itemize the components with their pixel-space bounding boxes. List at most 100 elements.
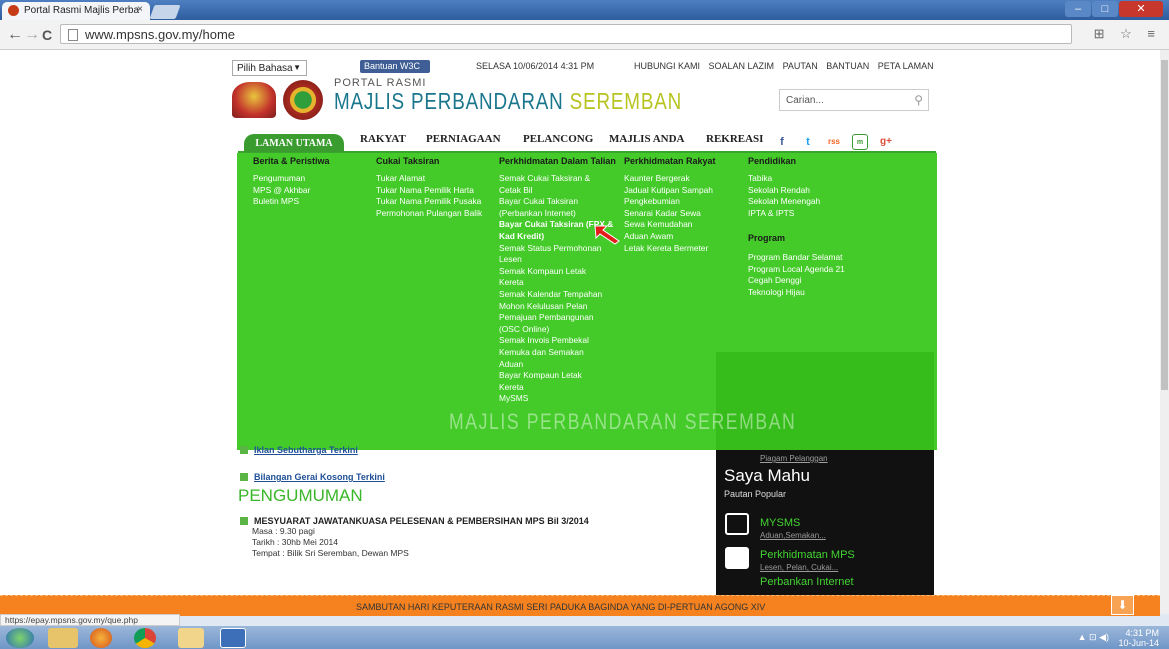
mega-link[interactable]: Buletin MPS bbox=[253, 196, 310, 208]
reload-button[interactable]: C bbox=[42, 27, 52, 43]
mega-link[interactable]: Sekolah Rendah bbox=[748, 185, 820, 197]
mega-link[interactable]: Semak Invois Pembekal bbox=[499, 335, 613, 347]
firefox-icon[interactable] bbox=[90, 628, 112, 648]
language-select[interactable]: Pilih Bahasa ▼ bbox=[232, 60, 307, 76]
mysms-sub[interactable]: Aduan,Semakan... bbox=[760, 531, 826, 540]
clock-date: 10-Jun-14 bbox=[1118, 638, 1159, 648]
mega-link[interactable]: Aduan Awam bbox=[624, 231, 713, 243]
menu-perniagaan[interactable]: PERNIAGAAN bbox=[426, 133, 501, 145]
announcement-item[interactable]: MESYUARAT JAWATANKUASA PELESENAN & PEMBE… bbox=[240, 516, 589, 559]
google-plus-icon[interactable]: g+ bbox=[878, 134, 894, 150]
facebook-icon[interactable]: f bbox=[774, 134, 790, 150]
mega-link[interactable]: Sewa Kemudahan bbox=[624, 219, 713, 231]
site-title[interactable]: MAJLIS PERBANDARAN SEREMBAN bbox=[334, 88, 682, 115]
system-tray[interactable]: ▲ ⊡ ◀) bbox=[1078, 632, 1109, 643]
new-tab-button[interactable] bbox=[149, 5, 181, 19]
page-scrollbar[interactable] bbox=[1160, 50, 1169, 614]
mega-link[interactable]: Permohonan Pulangan Balik bbox=[376, 208, 482, 220]
clock[interactable]: 4:31 PM 10-Jun-14 bbox=[1118, 628, 1159, 648]
browser-tab[interactable]: Portal Rasmi Majlis Perba × bbox=[2, 2, 150, 20]
mega-link[interactable]: Kaunter Bergerak bbox=[624, 173, 713, 185]
mega-link[interactable]: Senarai Kadar Sewa bbox=[624, 208, 713, 220]
rss-icon[interactable]: rss bbox=[826, 134, 842, 150]
mega-link[interactable]: Semak Cukai Taksiran & bbox=[499, 173, 613, 185]
mega-link[interactable]: Tabika bbox=[748, 173, 820, 185]
perkhidmatan-link[interactable]: Perkhidmatan MPS bbox=[760, 549, 855, 561]
mega-link[interactable]: Bayar Cukai Taksiran bbox=[499, 196, 613, 208]
menu-laman-utama[interactable]: LAMAN UTAMA bbox=[244, 134, 344, 152]
close-window-button[interactable]: ✕ bbox=[1119, 1, 1163, 17]
back-button[interactable]: ← bbox=[7, 26, 23, 44]
mega-link[interactable]: Pengumuman bbox=[253, 173, 310, 185]
top-link-pautan[interactable]: PAUTAN bbox=[783, 61, 818, 71]
menu-majlis-anda[interactable]: MAJLIS ANDA bbox=[609, 133, 684, 145]
mega-link[interactable]: Tukar Nama Pemilik Pusaka bbox=[376, 196, 482, 208]
mega-link[interactable]: Bayar Kompaun Letak bbox=[499, 370, 613, 382]
mega-link[interactable]: Tukar Alamat bbox=[376, 173, 482, 185]
council-crest-logo[interactable] bbox=[283, 80, 323, 120]
mega-link[interactable]: MPS @ Akhbar bbox=[253, 185, 310, 197]
start-button[interactable] bbox=[6, 628, 34, 648]
mysms-link[interactable]: MYSMS bbox=[760, 517, 800, 529]
window-titlebar: Portal Rasmi Majlis Perba × – □ ✕ bbox=[0, 0, 1169, 20]
tab-close-icon[interactable]: × bbox=[137, 4, 143, 15]
mega-link[interactable]: Program Bandar Selamat bbox=[748, 252, 845, 264]
url-input[interactable]: www.mpsns.gov.my/home bbox=[60, 24, 1072, 44]
mega-link[interactable]: Cegah Denggi bbox=[748, 275, 845, 287]
mega-link[interactable]: Tukar Nama Pemilik Harta bbox=[376, 185, 482, 197]
twitter-icon[interactable]: t bbox=[800, 134, 816, 150]
scrollbar-thumb[interactable] bbox=[1161, 60, 1168, 390]
minimize-button[interactable]: – bbox=[1065, 1, 1091, 17]
top-link-hubungi[interactable]: HUBUNGI KAMI bbox=[634, 61, 700, 71]
mega-link[interactable]: Aduan bbox=[499, 359, 613, 371]
status-url: https://epay.mpsns.gov.my/que.php bbox=[0, 614, 180, 626]
menu-rakyat[interactable]: RAKYAT bbox=[360, 133, 406, 145]
mega-link[interactable]: (OSC Online) bbox=[499, 324, 613, 336]
mega-link[interactable]: Kereta bbox=[499, 382, 613, 394]
mega-link[interactable]: Lesen bbox=[499, 254, 613, 266]
perbankan-link[interactable]: Perbankan Internet bbox=[760, 576, 854, 588]
mail-icon[interactable] bbox=[178, 628, 204, 648]
iklan-link[interactable]: Iklan Sebutharga Terkini bbox=[240, 445, 358, 455]
top-link-bantuan[interactable]: BANTUAN bbox=[826, 61, 869, 71]
mega-link[interactable]: Mohon Kelulusan Pelan bbox=[499, 301, 613, 313]
mega-link[interactable]: IPTA & IPTS bbox=[748, 208, 820, 220]
explorer-icon[interactable] bbox=[48, 628, 78, 648]
menu-pelancong[interactable]: PELANCONG bbox=[523, 133, 593, 145]
mega-link[interactable]: Jadual Kutipan Sampah bbox=[624, 185, 713, 197]
mega-link[interactable]: (Perbankan Internet) bbox=[499, 208, 613, 220]
state-crest-logo[interactable] bbox=[232, 82, 276, 118]
top-link-soalan[interactable]: SOALAN LAZIM bbox=[709, 61, 775, 71]
mega-link[interactable]: Pengkebumian bbox=[624, 196, 713, 208]
forward-button[interactable]: → bbox=[24, 26, 40, 44]
mega-link[interactable]: Sekolah Menengah bbox=[748, 196, 820, 208]
mega-link[interactable]: Kemuka dan Semakan bbox=[499, 347, 613, 359]
bilangan-link[interactable]: Bilangan Gerai Kosong Terkini bbox=[240, 472, 385, 482]
mega-link[interactable]: Program Local Agenda 21 bbox=[748, 264, 845, 276]
search-input[interactable]: Carian... ⚲ bbox=[779, 89, 929, 111]
current-date: SELASA 10/06/2014 4:31 PM bbox=[476, 61, 595, 71]
top-link-peta[interactable]: PETA LAMAN bbox=[878, 61, 934, 71]
accessibility-help-button[interactable]: Bantuan W3C bbox=[360, 60, 430, 73]
mega-link[interactable]: Cetak Bil bbox=[499, 185, 613, 197]
mega-link[interactable]: Kereta bbox=[499, 277, 613, 289]
chrome-icon[interactable] bbox=[134, 628, 156, 648]
menu-rekreasi[interactable]: REKREASI bbox=[706, 133, 763, 145]
mobile-icon[interactable]: m bbox=[852, 134, 868, 150]
mega-link[interactable]: Letak Kereta Bermeter bbox=[624, 243, 713, 255]
url-text: www.mpsns.gov.my/home bbox=[85, 27, 236, 42]
maximize-button[interactable]: □ bbox=[1092, 1, 1118, 17]
mega-link[interactable]: Pemajuan Pembangunan bbox=[499, 312, 613, 324]
browser-tools[interactable]: ⊞ ☆ ≡ bbox=[1094, 26, 1161, 42]
piagam-link[interactable]: Piagam Pelanggan bbox=[760, 454, 828, 463]
search-icon[interactable]: ⚲ bbox=[914, 93, 923, 107]
mega-link[interactable]: Semak Kompaun Letak bbox=[499, 266, 613, 278]
mega-link[interactable]: Semak Kalendar Tempahan bbox=[499, 289, 613, 301]
mega-link[interactable]: MySMS bbox=[499, 393, 613, 405]
arrow-down-icon[interactable]: ⬇ bbox=[1111, 595, 1134, 615]
mega-link[interactable]: Teknologi Hijau bbox=[748, 287, 845, 299]
word-icon[interactable] bbox=[220, 628, 246, 648]
mega-watermark: MAJLIS PERBANDARAN SEREMBAN bbox=[449, 409, 797, 434]
perkhidmatan-sub[interactable]: Lesen, Pelan, Cukai... bbox=[760, 563, 838, 572]
mega-header-rakyat: Perkhidmatan Rakyat bbox=[624, 156, 716, 166]
